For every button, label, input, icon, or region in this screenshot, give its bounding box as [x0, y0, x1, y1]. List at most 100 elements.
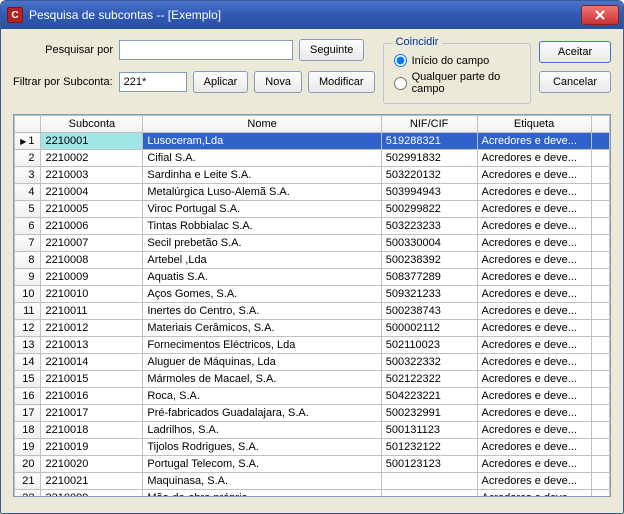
cell-nome[interactable]: Viroc Portugal S.A. — [143, 201, 381, 218]
cell-subconta[interactable]: 2210005 — [41, 201, 143, 218]
table-row[interactable]: 162210016Roca, S.A.504223221Acredores e … — [15, 388, 610, 405]
cell-nif[interactable]: 502110023 — [381, 337, 477, 354]
cell-subconta[interactable]: 2210016 — [41, 388, 143, 405]
row-number[interactable]: 2 — [15, 150, 41, 167]
cell-extra[interactable] — [591, 337, 609, 354]
cell-extra[interactable] — [591, 473, 609, 490]
cell-nome[interactable]: Cifial S.A. — [143, 150, 381, 167]
cell-extra[interactable] — [591, 422, 609, 439]
cell-nome[interactable]: Secil prebetão S.A. — [143, 235, 381, 252]
next-button[interactable]: Seguinte — [299, 39, 364, 61]
cell-nif[interactable]: 503220132 — [381, 167, 477, 184]
cell-nif[interactable]: 502991832 — [381, 150, 477, 167]
cell-extra[interactable] — [591, 133, 609, 150]
cell-nome[interactable]: Metalúrgica Luso-Alemã S.A. — [143, 184, 381, 201]
cell-etiqueta[interactable]: Acredores e deve... — [477, 473, 591, 490]
cell-subconta[interactable]: 2210011 — [41, 303, 143, 320]
cell-nome[interactable]: Inertes do Centro, S.A. — [143, 303, 381, 320]
cell-subconta[interactable]: 2210010 — [41, 286, 143, 303]
cell-subconta[interactable]: 2210007 — [41, 235, 143, 252]
row-number[interactable]: 15 — [15, 371, 41, 388]
row-number[interactable]: 14 — [15, 354, 41, 371]
cell-nif[interactable]: 500123123 — [381, 456, 477, 473]
row-number[interactable]: 4 — [15, 184, 41, 201]
row-number[interactable]: 19 — [15, 439, 41, 456]
table-row[interactable]: 72210007Secil prebetão S.A.500330004Acre… — [15, 235, 610, 252]
cell-etiqueta[interactable]: Acredores e deve... — [477, 150, 591, 167]
cell-nif[interactable]: 502122322 — [381, 371, 477, 388]
cell-nome[interactable]: Roca, S.A. — [143, 388, 381, 405]
close-button[interactable] — [581, 5, 619, 25]
cancel-button[interactable]: Cancelar — [539, 71, 611, 93]
cell-extra[interactable] — [591, 388, 609, 405]
table-row[interactable]: 52210005Viroc Portugal S.A.500299822Acre… — [15, 201, 610, 218]
cell-nif[interactable]: 508377289 — [381, 269, 477, 286]
cell-etiqueta[interactable]: Acredores e deve... — [477, 371, 591, 388]
cell-nif[interactable]: 500299822 — [381, 201, 477, 218]
cell-extra[interactable] — [591, 269, 609, 286]
cell-nome[interactable]: Mão-de-obra própria — [143, 490, 381, 498]
cell-nome[interactable]: Tintas Robbialac S.A. — [143, 218, 381, 235]
cell-etiqueta[interactable]: Acredores e deve... — [477, 303, 591, 320]
cell-nif[interactable]: 500322332 — [381, 354, 477, 371]
cell-nome[interactable]: Lusoceram,Lda — [143, 133, 381, 150]
row-number[interactable]: 17 — [15, 405, 41, 422]
col-nome[interactable]: Nome — [143, 116, 381, 133]
cell-extra[interactable] — [591, 286, 609, 303]
cell-nome[interactable]: Fornecimentos Eléctricos, Lda — [143, 337, 381, 354]
cell-extra[interactable] — [591, 167, 609, 184]
col-etiqueta[interactable]: Etiqueta — [477, 116, 591, 133]
table-row[interactable]: 222210099Mão-de-obra própriaAcredores e … — [15, 490, 610, 498]
table-row[interactable]: 32210003Sardinha e Leite S.A.503220132Ac… — [15, 167, 610, 184]
modify-button[interactable]: Modificar — [308, 71, 375, 93]
cell-etiqueta[interactable]: Acredores e deve... — [477, 456, 591, 473]
cell-subconta[interactable]: 2210002 — [41, 150, 143, 167]
row-number[interactable]: 5 — [15, 201, 41, 218]
table-row[interactable]: 102210010Aços Gomes, S.A.509321233Acredo… — [15, 286, 610, 303]
cell-etiqueta[interactable]: Acredores e deve... — [477, 133, 591, 150]
cell-extra[interactable] — [591, 252, 609, 269]
cell-subconta[interactable]: 2210006 — [41, 218, 143, 235]
cell-nome[interactable]: Aços Gomes, S.A. — [143, 286, 381, 303]
table-row[interactable]: 142210014Aluguer de Máquinas, Lda5003223… — [15, 354, 610, 371]
cell-etiqueta[interactable]: Acredores e deve... — [477, 167, 591, 184]
match-start-option[interactable]: Início do campo — [394, 54, 520, 67]
cell-subconta[interactable]: 2210099 — [41, 490, 143, 498]
cell-subconta[interactable]: 2210003 — [41, 167, 143, 184]
cell-etiqueta[interactable]: Acredores e deve... — [477, 337, 591, 354]
cell-etiqueta[interactable]: Acredores e deve... — [477, 388, 591, 405]
cell-nif[interactable]: 509321233 — [381, 286, 477, 303]
cell-extra[interactable] — [591, 184, 609, 201]
col-subconta[interactable]: Subconta — [41, 116, 143, 133]
filter-input[interactable] — [119, 72, 187, 92]
row-number[interactable]: 18 — [15, 422, 41, 439]
cell-subconta[interactable]: 2210017 — [41, 405, 143, 422]
cell-extra[interactable] — [591, 490, 609, 498]
match-start-radio[interactable] — [394, 54, 407, 67]
cell-subconta[interactable]: 2210008 — [41, 252, 143, 269]
cell-etiqueta[interactable]: Acredores e deve... — [477, 184, 591, 201]
cell-subconta[interactable]: 2210021 — [41, 473, 143, 490]
cell-subconta[interactable]: 2210004 — [41, 184, 143, 201]
cell-extra[interactable] — [591, 201, 609, 218]
cell-subconta[interactable]: 2210020 — [41, 456, 143, 473]
cell-extra[interactable] — [591, 303, 609, 320]
table-row[interactable]: 132210013Fornecimentos Eléctricos, Lda50… — [15, 337, 610, 354]
cell-subconta[interactable]: 2210015 — [41, 371, 143, 388]
cell-etiqueta[interactable]: Acredores e deve... — [477, 354, 591, 371]
cell-nome[interactable]: Maquinasa, S.A. — [143, 473, 381, 490]
row-number[interactable]: 3 — [15, 167, 41, 184]
table-row[interactable]: 192210019Tijolos Rodrigues, S.A.50123212… — [15, 439, 610, 456]
row-number[interactable]: 9 — [15, 269, 41, 286]
cell-extra[interactable] — [591, 150, 609, 167]
cell-nif[interactable]: 503994943 — [381, 184, 477, 201]
cell-nome[interactable]: Aquatis S.A. — [143, 269, 381, 286]
cell-nif[interactable]: 500131123 — [381, 422, 477, 439]
table-row[interactable]: 12210001Lusoceram,Lda519288321Acredores … — [15, 133, 610, 150]
cell-nif[interactable]: 501232122 — [381, 439, 477, 456]
table-row[interactable]: 122210012Materiais Cerâmicos, S.A.500002… — [15, 320, 610, 337]
table-row[interactable]: 202210020Portugal Telecom, S.A.500123123… — [15, 456, 610, 473]
cell-nif[interactable] — [381, 473, 477, 490]
row-number[interactable]: 8 — [15, 252, 41, 269]
cell-subconta[interactable]: 2210018 — [41, 422, 143, 439]
